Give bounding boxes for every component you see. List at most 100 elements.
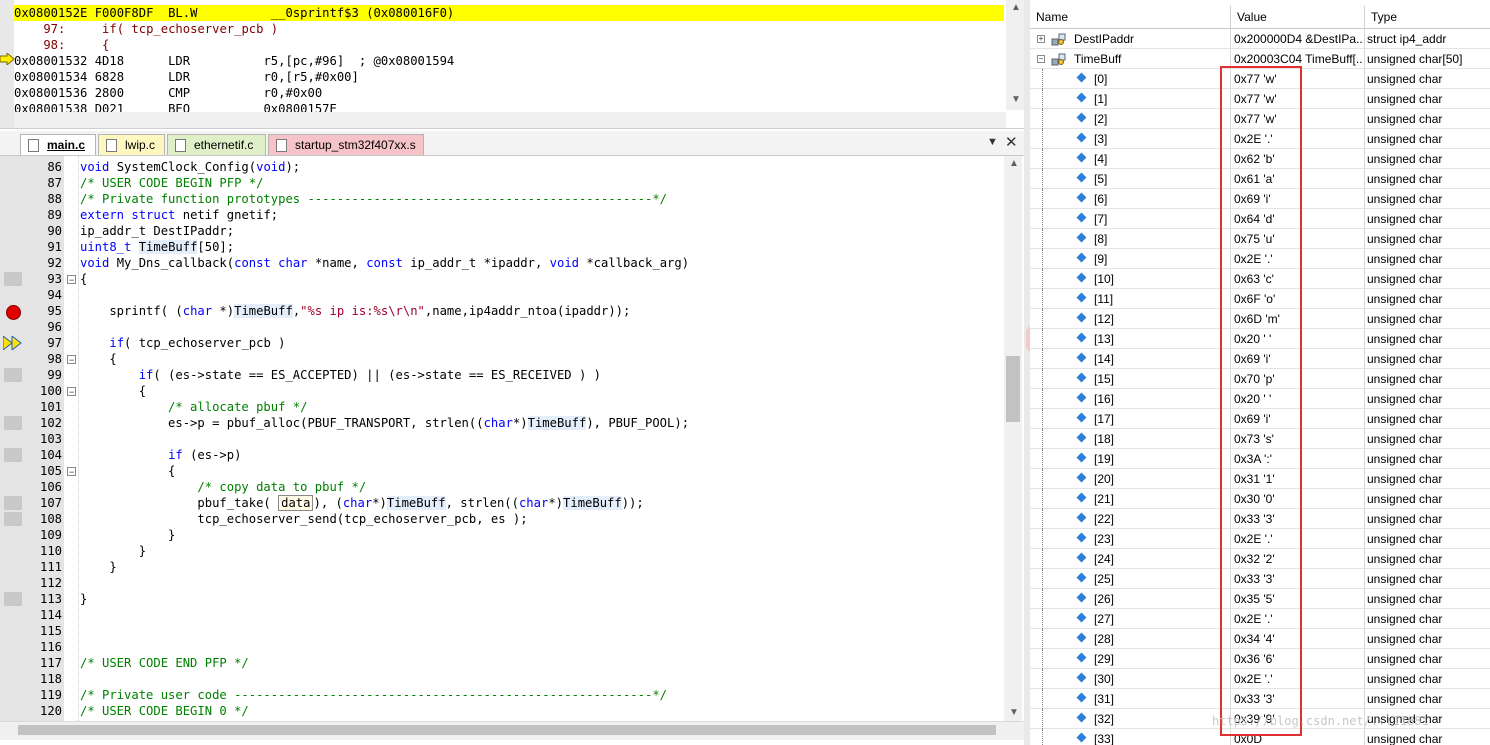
- watch-name[interactable]: [8]: [1094, 229, 1229, 248]
- watch-name[interactable]: [6]: [1094, 189, 1229, 208]
- watch-name[interactable]: [5]: [1094, 169, 1229, 188]
- code-editor[interactable]: 86 87 88 89 90 91 92 93 94 95 96 97 98 99 100 101 102 103…: [0, 156, 1024, 745]
- executable-line-marker[interactable]: [4, 416, 22, 430]
- disassembly-instruction[interactable]: 0x08001534 6828 LDR r0,[r5,#0x00]: [14, 69, 359, 85]
- line-number[interactable]: 99: [22, 367, 62, 383]
- line-number[interactable]: 100: [22, 383, 62, 399]
- code-line[interactable]: sprintf( (char *)TimeBuff,"%s ip is:%s\r…: [80, 303, 630, 319]
- tab-ethernetif-c[interactable]: ethernetif.c: [167, 134, 266, 155]
- watch-name[interactable]: [25]: [1094, 569, 1229, 588]
- code-line[interactable]: /* copy data to pbuf */: [80, 479, 366, 495]
- line-number[interactable]: 92: [22, 255, 62, 271]
- watch-name[interactable]: [19]: [1094, 449, 1229, 468]
- editor-vertical-scroll-thumb[interactable]: [1006, 356, 1020, 422]
- disassembly-source-line[interactable]: 97: if( tcp_echoserver_pcb ): [14, 21, 278, 37]
- line-number[interactable]: 118: [22, 671, 62, 687]
- disassembly-source-line[interactable]: 98: {: [14, 37, 109, 53]
- code-line[interactable]: {: [80, 351, 116, 367]
- executable-line-marker[interactable]: [4, 592, 22, 606]
- code-line[interactable]: uint8_t TimeBuff[50];: [80, 239, 234, 255]
- watch-name[interactable]: [18]: [1094, 429, 1229, 448]
- watch-name[interactable]: [22]: [1094, 509, 1229, 528]
- collapse-icon[interactable]: −: [1037, 55, 1045, 63]
- line-number[interactable]: 108: [22, 511, 62, 527]
- line-number[interactable]: 96: [22, 319, 62, 335]
- line-number[interactable]: 97: [22, 335, 62, 351]
- line-number[interactable]: 110: [22, 543, 62, 559]
- line-number[interactable]: 106: [22, 479, 62, 495]
- editor-vertical-scrollbar[interactable]: ▲ ▼: [1004, 156, 1022, 721]
- line-number[interactable]: 87: [22, 175, 62, 191]
- disassembly-instruction[interactable]: 0x08001536 2800 CMP r0,#0x00: [14, 85, 322, 101]
- executable-line-marker[interactable]: [4, 448, 22, 462]
- line-number[interactable]: 98: [22, 351, 62, 367]
- line-number[interactable]: 105: [22, 463, 62, 479]
- disassembly-vertical-scrollbar[interactable]: ▲ ▼: [1006, 0, 1024, 110]
- line-number[interactable]: 103: [22, 431, 62, 447]
- code-line[interactable]: pbuf_take( data), (char*)TimeBuff, strle…: [80, 495, 644, 511]
- disassembly-horizontal-scrollbar[interactable]: [14, 112, 1006, 128]
- code-line[interactable]: }: [80, 543, 146, 559]
- line-number[interactable]: 90: [22, 223, 62, 239]
- close-tab-icon[interactable]: ✕: [1005, 133, 1018, 151]
- watch-name[interactable]: [23]: [1094, 529, 1229, 548]
- executable-line-marker[interactable]: [4, 272, 22, 286]
- scroll-up-icon[interactable]: ▲: [1011, 2, 1021, 13]
- code-line[interactable]: }: [80, 559, 116, 575]
- line-number[interactable]: 111: [22, 559, 62, 575]
- watch-name[interactable]: [11]: [1094, 289, 1229, 308]
- line-number[interactable]: 95: [22, 303, 62, 319]
- line-number[interactable]: 114: [22, 607, 62, 623]
- code-line[interactable]: if( tcp_echoserver_pcb ): [80, 335, 285, 351]
- watch-name[interactable]: [28]: [1094, 629, 1229, 648]
- code-line[interactable]: {: [80, 383, 146, 399]
- line-number[interactable]: 104: [22, 447, 62, 463]
- editor-horizontal-scroll-thumb[interactable]: [18, 725, 996, 735]
- code-line[interactable]: /* USER CODE BEGIN PFP */: [80, 175, 263, 191]
- code-line[interactable]: es->p = pbuf_alloc(PBUF_TRANSPORT, strle…: [80, 415, 689, 431]
- line-number[interactable]: 86: [22, 159, 62, 175]
- watch-name[interactable]: TimeBuff: [1074, 49, 1229, 68]
- watch-name[interactable]: [26]: [1094, 589, 1229, 608]
- tab-list-dropdown-icon[interactable]: ▼: [987, 136, 998, 148]
- line-number[interactable]: 115: [22, 623, 62, 639]
- watch-name[interactable]: [20]: [1094, 469, 1229, 488]
- line-number[interactable]: 112: [22, 575, 62, 591]
- watch-name[interactable]: [33]: [1094, 729, 1229, 745]
- code-line[interactable]: void SystemClock_Config(void);: [80, 159, 300, 175]
- watch-value[interactable]: 0x200000D4 &DestIPa...: [1234, 29, 1362, 48]
- watch-name[interactable]: [14]: [1094, 349, 1229, 368]
- watch-name[interactable]: [0]: [1094, 69, 1229, 88]
- watch-name[interactable]: DestIPaddr: [1074, 29, 1229, 48]
- watch-name[interactable]: [29]: [1094, 649, 1229, 668]
- column-header-type[interactable]: Type: [1365, 6, 1490, 28]
- watch-name[interactable]: [13]: [1094, 329, 1229, 348]
- code-line[interactable]: /* Private function prototypes ---------…: [80, 191, 667, 207]
- line-number[interactable]: 93: [22, 271, 62, 287]
- code-line[interactable]: if (es->p): [80, 447, 241, 463]
- scroll-up-icon[interactable]: ▲: [1009, 158, 1019, 169]
- code-line[interactable]: /* Private user code -------------------…: [80, 687, 667, 703]
- line-number[interactable]: 113: [22, 591, 62, 607]
- disassembly-instruction[interactable]: 0x08001532 4D18 LDR r5,[pc,#96] ; @0x080…: [14, 53, 454, 69]
- code-line[interactable]: /* allocate pbuf */: [80, 399, 307, 415]
- line-number[interactable]: 120: [22, 703, 62, 719]
- code-line[interactable]: }: [80, 527, 175, 543]
- executable-line-marker[interactable]: [4, 496, 22, 510]
- watch-name[interactable]: [32]: [1094, 709, 1229, 728]
- line-number[interactable]: 94: [22, 287, 62, 303]
- watch-name[interactable]: [3]: [1094, 129, 1229, 148]
- code-line[interactable]: {: [80, 271, 87, 287]
- code-line[interactable]: ip_addr_t DestIPaddr;: [80, 223, 234, 239]
- executable-line-marker[interactable]: [4, 512, 22, 526]
- watch-name[interactable]: [9]: [1094, 249, 1229, 268]
- line-number[interactable]: 116: [22, 639, 62, 655]
- editor-gutter[interactable]: 86 87 88 89 90 91 92 93 94 95 96 97 98 99 100 101 102 103…: [0, 156, 64, 721]
- scroll-down-icon[interactable]: ▼: [1009, 707, 1019, 718]
- line-number[interactable]: 107: [22, 495, 62, 511]
- watch-name[interactable]: [24]: [1094, 549, 1229, 568]
- watch-name[interactable]: [12]: [1094, 309, 1229, 328]
- column-header-name[interactable]: Name: [1030, 6, 1231, 28]
- tab-startup-stm32f407xx-s[interactable]: startup_stm32f407xx.s: [268, 134, 424, 155]
- code-line[interactable]: if( (es->state == ES_ACCEPTED) || (es->s…: [80, 367, 601, 383]
